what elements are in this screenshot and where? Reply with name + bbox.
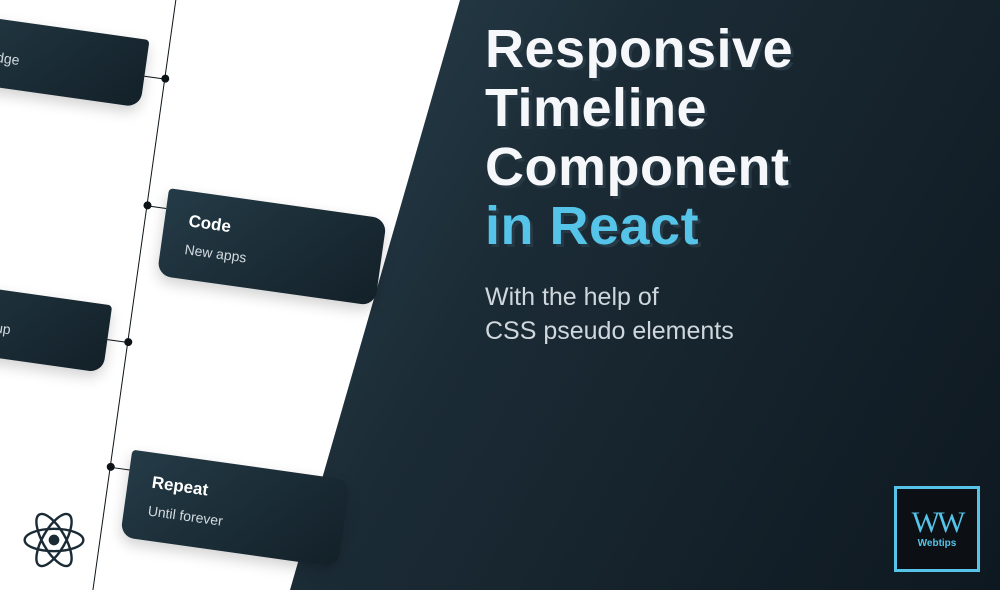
hero-text-block: Responsive Timeline Component in React W… xyxy=(485,20,970,349)
timeline-card: Code New apps xyxy=(157,188,387,306)
subtitle: With the help of CSS pseudo elements xyxy=(485,281,970,349)
title-line-1: Responsive xyxy=(485,20,970,79)
title-line-2: Timeline xyxy=(485,79,970,138)
subtitle-line-1: With the help of xyxy=(485,283,659,311)
subtitle-line-2: CSS pseudo elements xyxy=(485,317,734,345)
webtips-logo: WW Webtips xyxy=(894,486,980,572)
react-icon xyxy=(22,508,86,572)
timeline-card: e sun comes up xyxy=(0,275,112,373)
timeline-card: n the fridge xyxy=(0,9,150,107)
timeline-card-title xyxy=(0,298,86,322)
title-line-4: in React xyxy=(485,197,970,256)
timeline-card-body: n the fridge xyxy=(0,42,122,82)
timeline-card: Repeat Until forever xyxy=(120,450,350,568)
timeline: n the fridge Code New apps e sun comes u… xyxy=(0,0,479,590)
timeline-card-body: e sun comes up xyxy=(0,308,84,348)
logo-label: Webtips xyxy=(918,538,957,549)
title-line-3: Component xyxy=(485,138,970,197)
logo-mark: WW xyxy=(912,509,963,536)
